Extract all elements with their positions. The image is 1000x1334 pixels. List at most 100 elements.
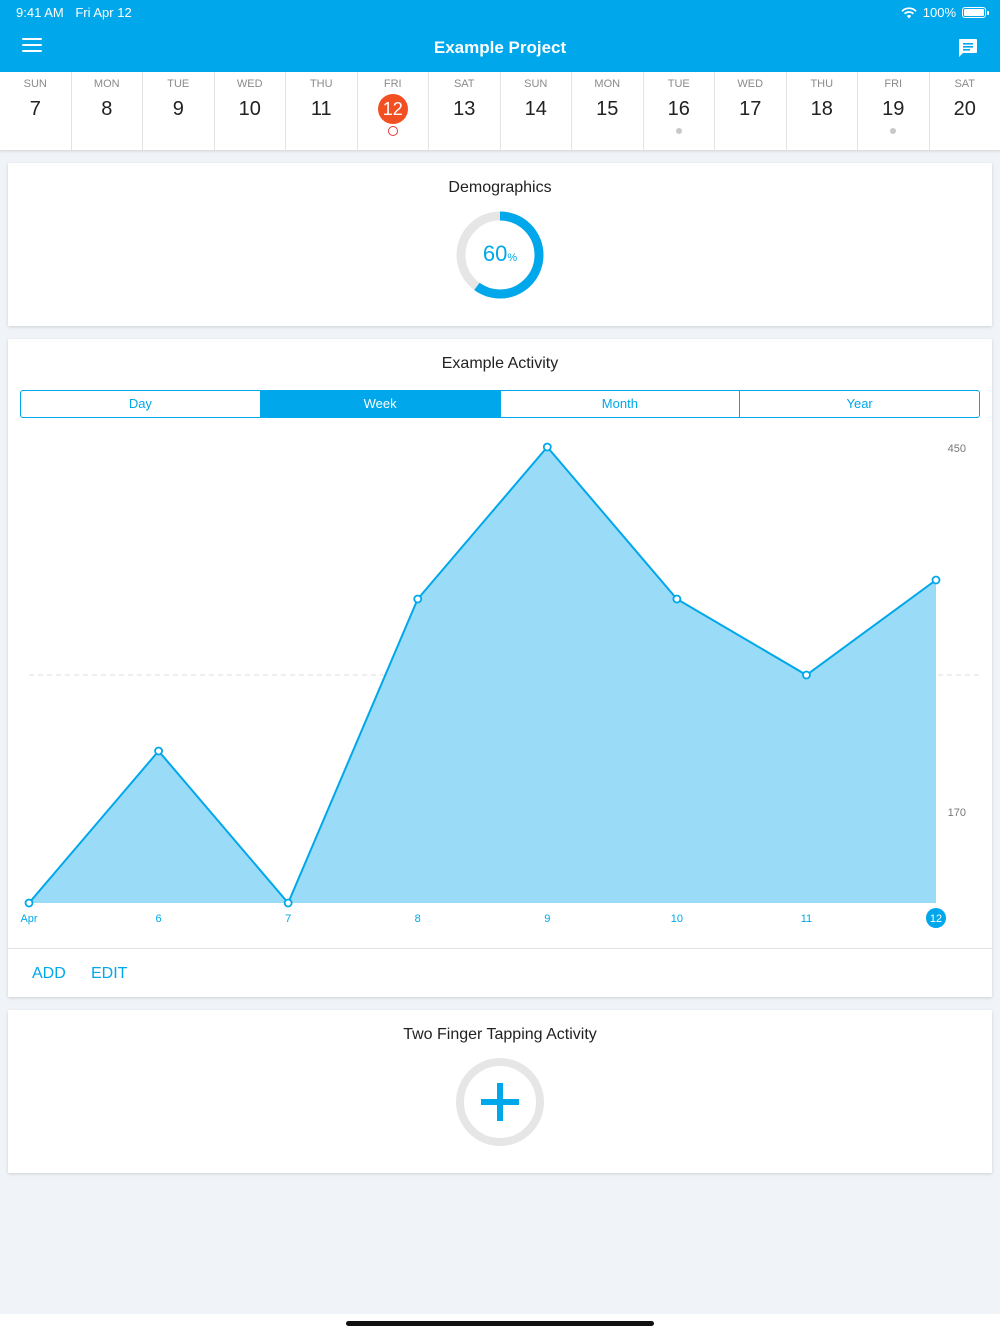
calendar-day[interactable]: TUE 9 bbox=[143, 72, 215, 150]
demographics-title: Demographics bbox=[448, 179, 552, 196]
data-point[interactable] bbox=[672, 594, 682, 604]
edit-button[interactable]: EDIT bbox=[91, 965, 127, 983]
day-number-text: 13 bbox=[453, 98, 476, 120]
x-tick-label[interactable]: 8 bbox=[415, 913, 421, 925]
demographics-percent: 60% bbox=[452, 241, 548, 267]
x-tick-label[interactable]: 9 bbox=[544, 913, 550, 925]
day-name: TUE bbox=[167, 78, 190, 90]
day-name: FRI bbox=[884, 78, 903, 90]
calendar-day[interactable]: SUN 7 bbox=[0, 72, 72, 150]
data-point[interactable] bbox=[542, 442, 552, 452]
calendar-day[interactable]: SUN 14 bbox=[501, 72, 572, 150]
status-bar-left: 9:41 AM Fri Apr 12 bbox=[16, 5, 140, 20]
x-tick-label[interactable]: 7 bbox=[285, 913, 291, 925]
day-name: SUN bbox=[23, 78, 47, 90]
day-number-text: 17 bbox=[739, 98, 762, 120]
activity-actions: ADD EDIT bbox=[8, 948, 992, 998]
calendar-day[interactable]: FRI 12 bbox=[358, 72, 429, 150]
day-number: 10 bbox=[215, 97, 286, 125]
data-point[interactable] bbox=[413, 594, 423, 604]
day-number: 20 bbox=[930, 97, 1000, 125]
data-point[interactable] bbox=[154, 746, 163, 756]
day-number-text: 19 bbox=[882, 98, 905, 120]
status-time: 9:41 AM bbox=[16, 5, 64, 20]
battery-icon bbox=[962, 7, 989, 18]
battery-level bbox=[964, 9, 984, 16]
day-name: THU bbox=[309, 78, 333, 90]
day-number-text: 11 bbox=[310, 98, 332, 120]
activity-title: Example Activity bbox=[441, 355, 559, 372]
activity-area-chart[interactable]: 450 170 Apr 6 7 8 9 10 11 12 bbox=[8, 414, 992, 954]
data-point[interactable] bbox=[283, 898, 293, 908]
week-calendar-strip: SUN 7 MON 8 TUE 9 WED 10 THU 11 FRI 12 SAT 13 SUN 14 MON… bbox=[0, 72, 1000, 151]
day-name: SAT bbox=[453, 78, 475, 90]
navigation-bar: 9:41 AM Fri Apr 12 100% Example Project bbox=[0, 0, 1000, 72]
x-tick-label[interactable]: 6 bbox=[156, 913, 162, 925]
status-bar-right: 100% bbox=[901, 5, 989, 20]
day-number: 17 bbox=[715, 97, 786, 125]
demographics-percent-unit: % bbox=[507, 252, 518, 264]
data-point[interactable] bbox=[931, 575, 941, 585]
data-point[interactable] bbox=[802, 670, 811, 680]
calendar-day[interactable]: MON 15 bbox=[572, 72, 644, 150]
calendar-day[interactable]: SAT 13 bbox=[429, 72, 501, 150]
x-tick-label: 12 bbox=[930, 913, 942, 925]
chat-bubble-icon[interactable] bbox=[958, 38, 978, 63]
day-number: 16 bbox=[644, 97, 715, 125]
day-name: THU bbox=[810, 78, 834, 90]
day-number-text: 18 bbox=[810, 98, 833, 120]
x-tick-label[interactable]: Apr bbox=[20, 913, 37, 925]
demographics-percent-value: 60 bbox=[482, 241, 508, 266]
calendar-day[interactable]: THU 18 bbox=[787, 72, 858, 150]
event-dot-indicator bbox=[675, 128, 682, 134]
calendar-day[interactable]: SAT 20 bbox=[930, 72, 1000, 150]
home-indicator[interactable] bbox=[346, 1321, 654, 1326]
day-name: TUE bbox=[667, 78, 690, 90]
day-name: WED bbox=[236, 78, 263, 90]
y-tick-label: 170 bbox=[948, 807, 966, 819]
day-number: 13 bbox=[429, 97, 500, 125]
calendar-day[interactable]: FRI 19 bbox=[858, 72, 930, 150]
today-ring-indicator bbox=[387, 126, 398, 136]
day-number-text: 10 bbox=[238, 98, 261, 120]
day-number: 15 bbox=[572, 97, 643, 125]
day-name: FRI bbox=[383, 78, 402, 90]
day-number-text: 16 bbox=[667, 98, 690, 120]
day-name: WED bbox=[737, 78, 764, 90]
today-badge: 12 bbox=[377, 94, 408, 124]
battery-percent: 100% bbox=[922, 5, 956, 20]
x-tick-label[interactable]: 10 bbox=[671, 913, 683, 925]
calendar-day[interactable]: TUE 16 bbox=[644, 72, 715, 150]
calendar-day[interactable]: WED 17 bbox=[715, 72, 787, 150]
x-tick-label[interactable]: 11 bbox=[801, 913, 812, 925]
day-number-text: 8 bbox=[101, 98, 113, 120]
calendar-day[interactable]: WED 10 bbox=[215, 72, 286, 150]
day-number: 12 bbox=[358, 94, 429, 125]
day-number: 7 bbox=[0, 97, 71, 125]
day-number: 8 bbox=[72, 97, 143, 125]
demographics-card[interactable]: Demographics 60% bbox=[8, 163, 992, 326]
day-number-text: 15 bbox=[596, 98, 619, 120]
add-button[interactable]: ADD bbox=[32, 965, 66, 983]
day-number-text: 9 bbox=[172, 98, 184, 120]
data-point[interactable] bbox=[24, 898, 34, 908]
day-number-text: 14 bbox=[524, 98, 547, 120]
calendar-day[interactable]: MON 8 bbox=[72, 72, 143, 150]
day-name: MON bbox=[594, 78, 621, 90]
day-number: 14 bbox=[501, 97, 572, 125]
plus-icon[interactable] bbox=[454, 1056, 546, 1148]
wifi-icon bbox=[901, 6, 917, 18]
day-number: 19 bbox=[858, 97, 929, 125]
event-dot-indicator bbox=[890, 128, 897, 134]
status-date: Fri Apr 12 bbox=[75, 5, 132, 20]
day-name: SAT bbox=[954, 78, 976, 90]
two-finger-tapping-card[interactable]: Two Finger Tapping Activity bbox=[8, 1010, 992, 1173]
day-number-text: 20 bbox=[953, 98, 976, 120]
calendar-day[interactable]: THU 11 bbox=[286, 72, 358, 150]
page-title: Example Project bbox=[433, 38, 567, 57]
day-name: SUN bbox=[524, 78, 548, 90]
day-number: 9 bbox=[143, 97, 214, 125]
tapping-title: Two Finger Tapping Activity bbox=[403, 1026, 597, 1043]
example-activity-card: Example Activity Day Week Month Year 450… bbox=[8, 339, 992, 997]
day-number: 18 bbox=[787, 97, 858, 125]
